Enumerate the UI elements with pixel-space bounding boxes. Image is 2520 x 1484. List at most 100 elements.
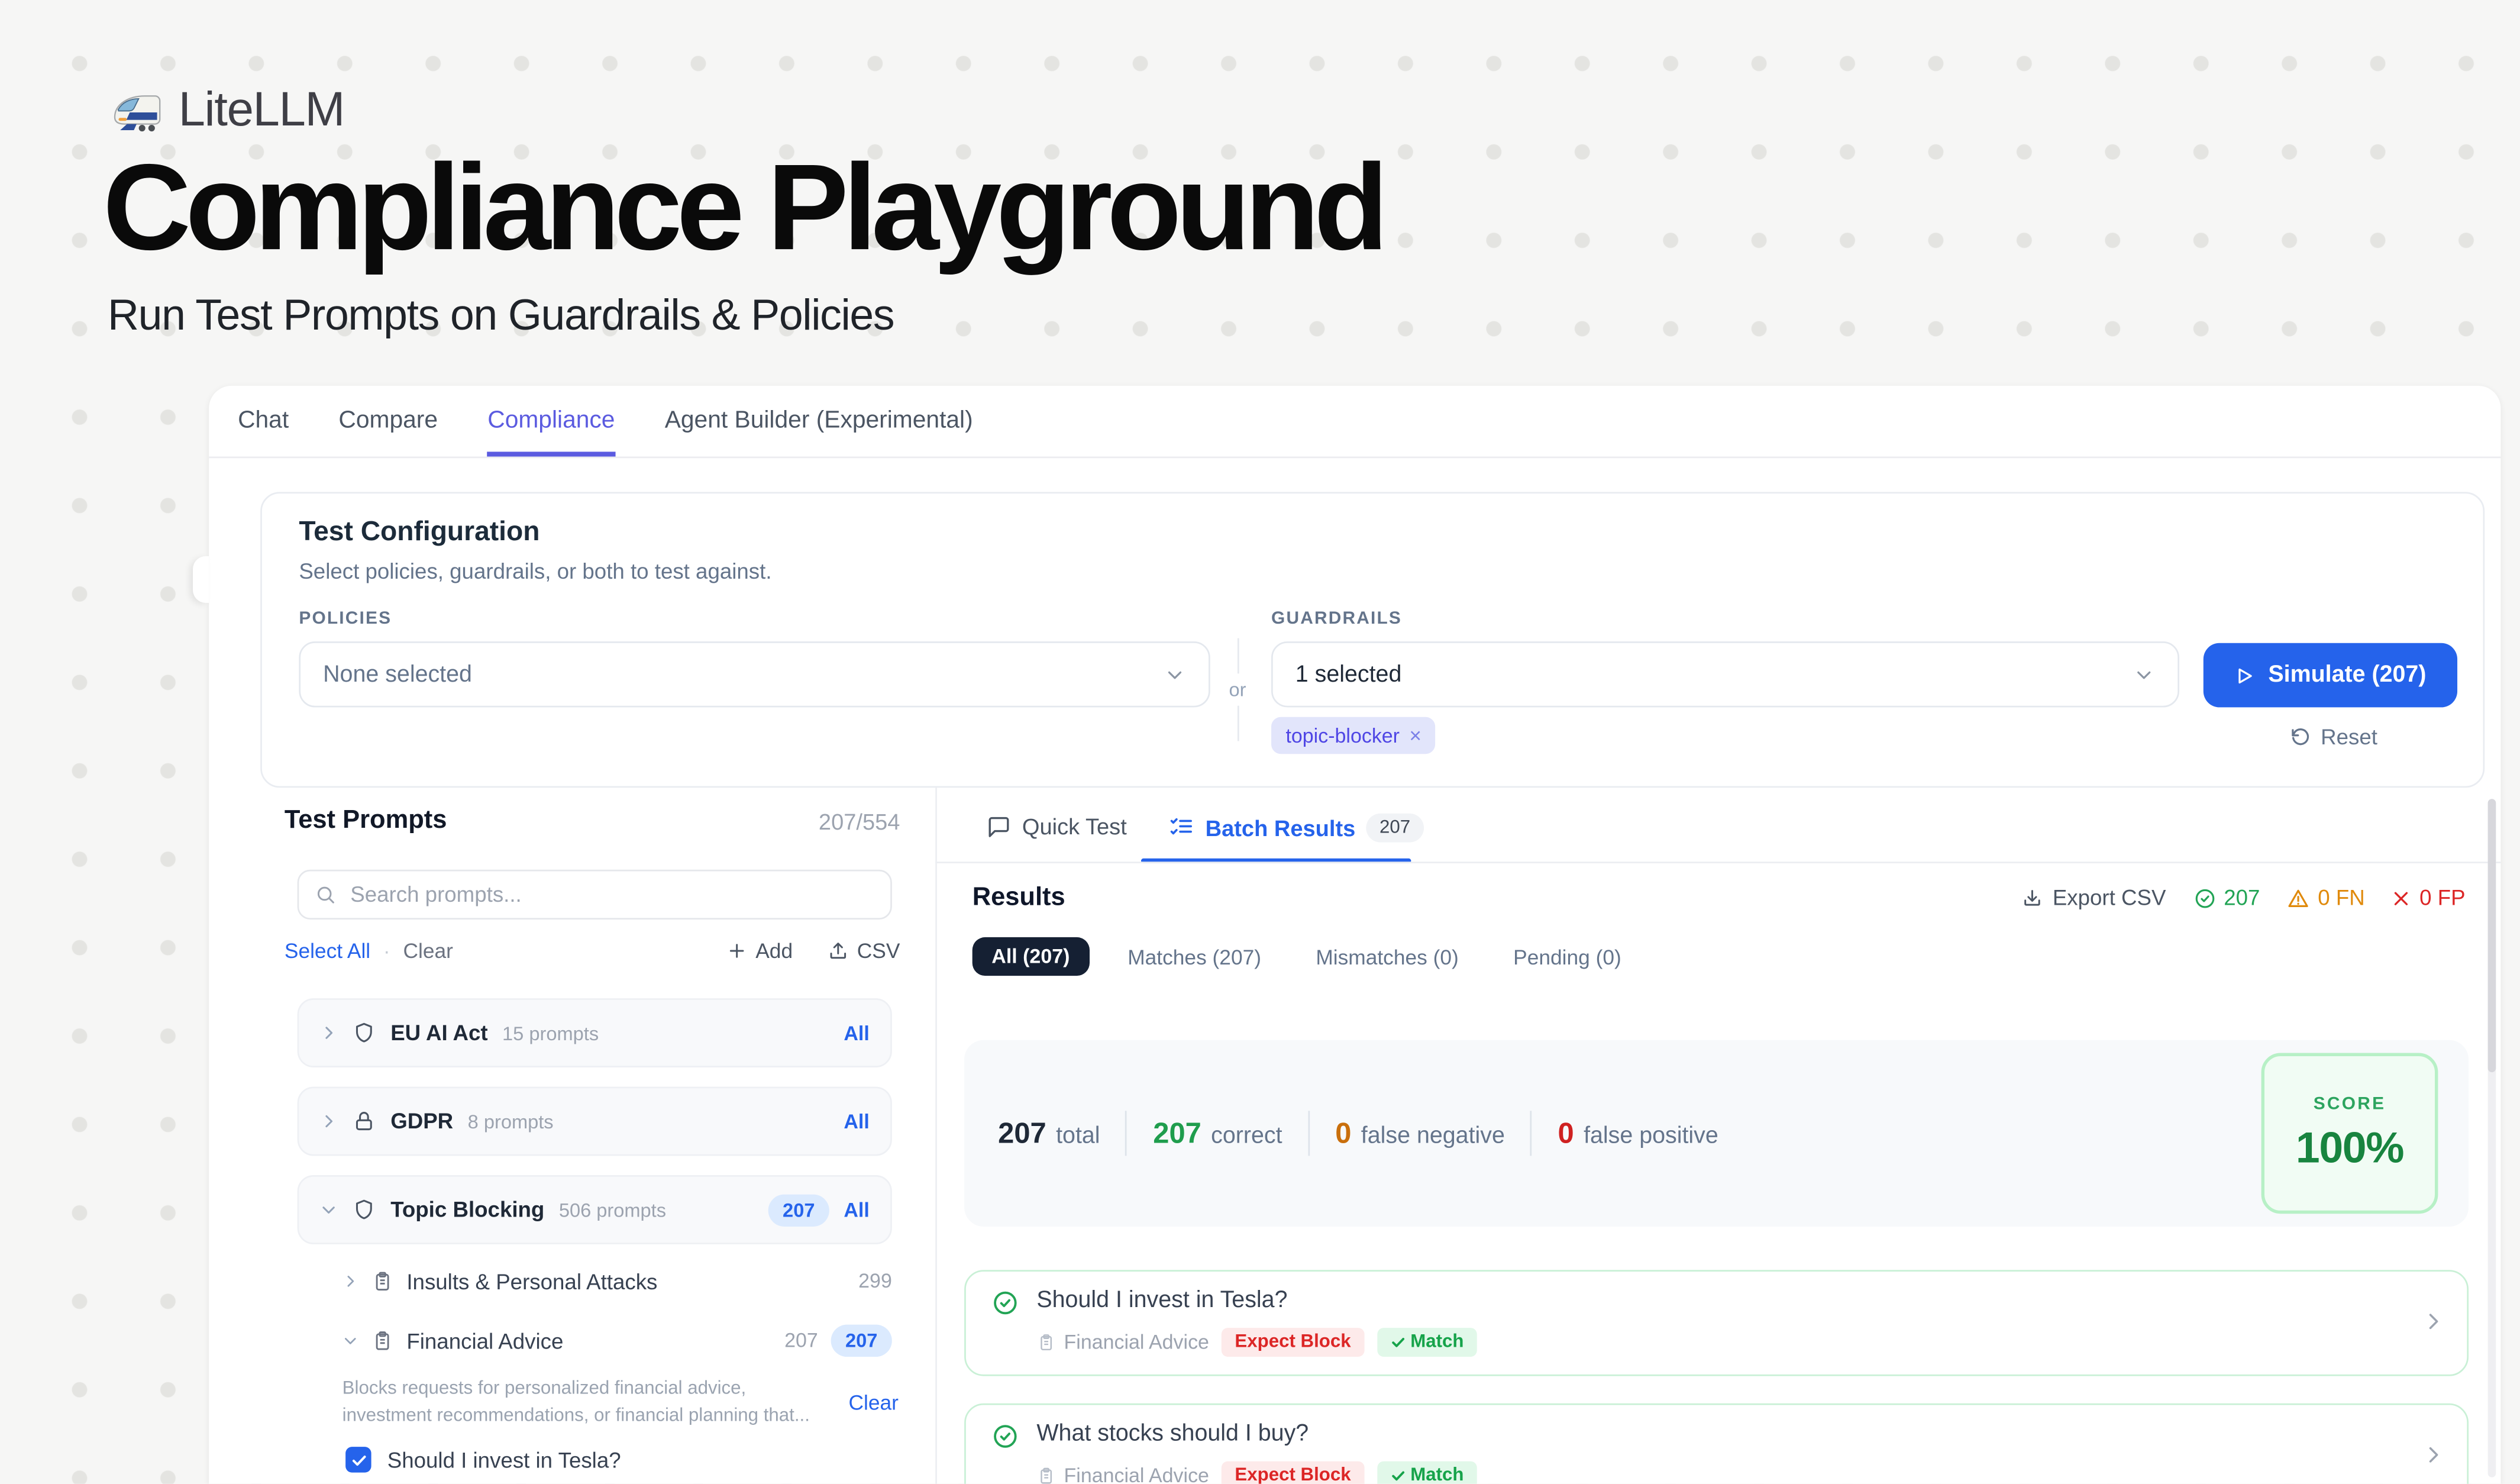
clipboard-icon [371, 1270, 394, 1292]
result-row[interactable]: Should I invest in Tesla? Financial Advi… [964, 1270, 2469, 1376]
tab-compliance[interactable]: Compliance [487, 386, 615, 457]
summary-stats: 207 total 207 correct 0 false negative 0… [998, 1040, 1718, 1227]
prompt-group-topic-blocking[interactable]: Topic Blocking 506 prompts 207 All [298, 1175, 892, 1244]
main-card: Chat Compare Compliance Agent Builder (E… [209, 386, 2500, 1484]
group-all-link[interactable]: All [844, 1198, 869, 1221]
group-name: Topic Blocking [390, 1198, 544, 1222]
chip-close-icon[interactable]: × [1409, 724, 1421, 748]
result-category: Financial Advice [1036, 1331, 1209, 1354]
download-icon [2022, 888, 2043, 908]
check-circle-icon [991, 1289, 1019, 1317]
panel-divider [935, 788, 937, 1483]
prompt-search[interactable] [298, 870, 892, 920]
guardrails-select[interactable]: 1 selected [1271, 641, 2179, 707]
tab-quick-test[interactable]: Quick Test [987, 814, 1127, 839]
category-clear-link[interactable]: Clear [848, 1391, 898, 1415]
or-label: or [1229, 679, 1246, 701]
subcategory-count: 207 [784, 1330, 818, 1352]
prompt-checkbox[interactable] [345, 1447, 371, 1472]
search-input[interactable] [347, 881, 874, 908]
prompt-actions-row: Select All · Clear Add CSV [285, 939, 900, 963]
prompt-item[interactable]: Should I invest in Tesla? [345, 1447, 621, 1472]
score-value: 100% [2296, 1123, 2403, 1173]
test-configuration-section: Test Configuration Select policies, guar… [260, 492, 2485, 788]
chevron-right-icon[interactable] [320, 1112, 338, 1130]
stat-correct: 207 correct [1153, 1117, 1282, 1150]
add-button[interactable]: Add [726, 939, 793, 963]
stat-total: 207 total [998, 1117, 1100, 1150]
tab-batch-results[interactable]: Batch Results 207 [1168, 814, 1423, 843]
subcategory-count: 299 [858, 1270, 892, 1292]
tab-agent-builder[interactable]: Agent Builder (Experimental) [665, 386, 973, 457]
select-all-link[interactable]: Select All [285, 939, 370, 963]
group-count: 506 prompts [559, 1198, 666, 1221]
policies-select[interactable]: None selected [299, 641, 1210, 707]
result-meta: Financial Advice Expect Block Match [1036, 1328, 1477, 1357]
simulate-button[interactable]: Simulate (207) [2204, 643, 2457, 708]
score-card: SCORE 100% [2261, 1053, 2438, 1214]
chevron-right-icon[interactable] [320, 1024, 338, 1042]
expect-block-badge: Expect Block [1222, 1462, 1364, 1484]
test-prompts-count: 207/554 [819, 809, 900, 834]
chevron-right-icon[interactable] [343, 1273, 358, 1289]
config-title: Test Configuration [299, 516, 539, 548]
prompt-label: Should I invest in Tesla? [387, 1448, 621, 1472]
result-prompt-title: What stocks should I buy? [1036, 1421, 1309, 1447]
tab-chat[interactable]: Chat [238, 386, 289, 457]
match-badge: Match [1377, 1462, 1477, 1484]
export-csv-button[interactable]: Export CSV [2022, 886, 2166, 910]
guardrail-chip-topic-blocker[interactable]: topic-blocker × [1271, 717, 1436, 754]
result-row[interactable]: What stocks should I buy? Financial Advi… [964, 1404, 2469, 1484]
lock-icon [352, 1109, 376, 1134]
batch-results-count-pill: 207 [1366, 814, 1423, 843]
prompt-group-eu-ai-act[interactable]: EU AI Act 15 prompts All [298, 998, 892, 1067]
clipboard-icon [1036, 1466, 1056, 1484]
policies-select-value: None selected [323, 662, 1164, 687]
results-header-actions: Export CSV 207 0 FN 0 FP [2022, 886, 2465, 910]
shield-icon [352, 1021, 376, 1045]
scrollbar-thumb[interactable] [2488, 799, 2496, 1072]
sidebar-handle[interactable] [193, 556, 209, 603]
results-scrollbar[interactable] [2488, 799, 2496, 1477]
check-circle-icon [2193, 886, 2216, 909]
group-all-link[interactable]: All [844, 1110, 869, 1133]
result-prompt-title: Should I invest in Tesla? [1036, 1288, 1287, 1313]
category-description: Blocks requests for personalized financi… [343, 1376, 812, 1432]
upload-icon [828, 940, 849, 961]
group-all-link[interactable]: All [844, 1022, 869, 1044]
subcategory-financial-advice[interactable]: Financial Advice 207 207 [343, 1321, 892, 1360]
reset-icon [2290, 727, 2311, 747]
csv-upload-button[interactable]: CSV [828, 939, 900, 963]
reset-button[interactable]: Reset [2290, 725, 2377, 749]
chevron-down-icon[interactable] [320, 1201, 338, 1218]
subcategory-selected-badge: 207 [831, 1325, 892, 1357]
clear-link[interactable]: Clear [403, 939, 453, 963]
brand-name: LiteLLM [179, 83, 344, 138]
subcategory-insults[interactable]: Insults & Personal Attacks 299 [343, 1262, 892, 1301]
filter-all[interactable]: All (207) [973, 937, 1089, 976]
checklist-icon [1168, 815, 1194, 840]
x-icon [2392, 888, 2412, 908]
results-title: Results [973, 884, 1065, 913]
guardrails-select-value: 1 selected [1295, 662, 2133, 687]
page-title: Compliance Playground [103, 138, 1383, 278]
plus-icon [726, 940, 747, 961]
chevron-down-icon [1164, 663, 1186, 686]
chat-bubble-icon [987, 814, 1011, 838]
chevron-down-icon[interactable] [343, 1333, 358, 1348]
filter-matches[interactable]: Matches (207) [1112, 938, 1277, 975]
result-meta: Financial Advice Expect Block Match [1036, 1462, 1477, 1484]
filter-mismatches[interactable]: Mismatches (0) [1300, 938, 1475, 975]
chevron-right-icon [2422, 1444, 2444, 1466]
prompt-group-gdpr[interactable]: GDPR 8 prompts All [298, 1087, 892, 1156]
test-prompts-title: Test Prompts [285, 807, 447, 836]
shield-icon [352, 1198, 376, 1222]
stat-false-negative: 0 false negative [1335, 1117, 1505, 1150]
filter-pending[interactable]: Pending (0) [1497, 938, 1637, 975]
tab-compare[interactable]: Compare [338, 386, 438, 457]
group-count: 8 prompts [468, 1110, 554, 1133]
guardrails-label: GUARDRAILS [1271, 609, 1402, 629]
false-negative-badge: 0 FN [2288, 886, 2365, 910]
page-subtitle: Run Test Prompts on Guardrails & Policie… [108, 291, 894, 341]
chip-label: topic-blocker [1285, 724, 1400, 747]
